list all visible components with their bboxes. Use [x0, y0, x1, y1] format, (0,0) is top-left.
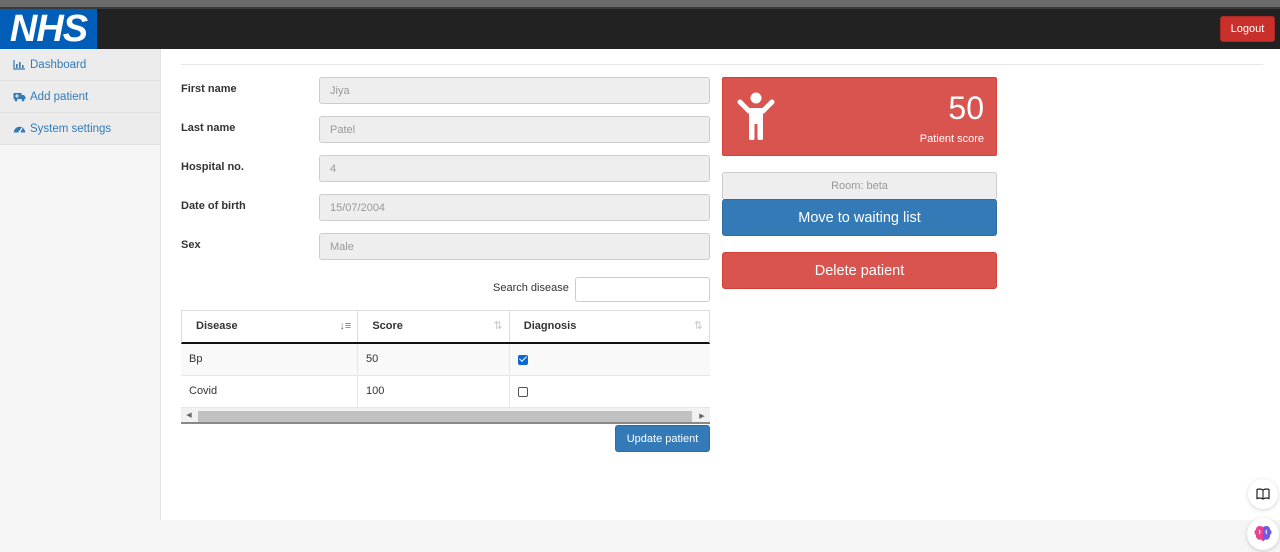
brain-assistant-icon[interactable] — [1247, 518, 1279, 550]
hospital-no-field[interactable] — [319, 155, 710, 182]
ambulance-icon — [13, 91, 26, 102]
disease-cell: Bp — [181, 344, 358, 375]
diagnosis-cell — [510, 376, 710, 407]
scroll-left-icon[interactable]: ◀ — [181, 407, 197, 423]
logout-button[interactable]: Logout — [1220, 16, 1275, 42]
score-cell: 50 — [358, 344, 510, 375]
sex-field[interactable] — [319, 233, 710, 260]
main-content: First name Last name Hospital no. Date o… — [161, 49, 1280, 520]
child-person-icon — [737, 92, 775, 145]
sidebar-item-label: System settings — [30, 122, 112, 135]
update-patient-button[interactable]: Update patient — [615, 425, 710, 452]
sort-ascending-icon: ↓≡ — [339, 320, 352, 332]
nhs-logo[interactable]: NHS — [0, 9, 97, 49]
column-header-label: Diagnosis — [523, 320, 577, 332]
sidebar-item-system-settings[interactable]: System settings — [0, 113, 160, 145]
score-cell: 100 — [358, 376, 510, 407]
diagnosis-cell — [510, 344, 710, 375]
last-name-field[interactable] — [319, 116, 710, 143]
first-name-field[interactable] — [319, 77, 710, 104]
sidebar-item-add-patient[interactable]: Add patient — [0, 81, 160, 113]
horizontal-scrollbar[interactable]: ◀ ▶ — [181, 408, 710, 424]
search-disease-input[interactable] — [575, 277, 710, 302]
first-name-label: First name — [181, 83, 237, 95]
logo-text: NHS — [9, 8, 88, 50]
sort-icon: ⇅ — [493, 320, 503, 332]
divider — [181, 64, 1263, 65]
disease-table: Disease ↓≡ Score ⇅ Diagnosis ⇅ Bp 50 Cov… — [181, 310, 710, 424]
search-disease-label: Search disease — [493, 282, 569, 294]
column-header-label: Disease — [196, 320, 238, 332]
column-header-disease[interactable]: Disease ↓≡ — [182, 311, 359, 342]
patient-score-value: 50 — [948, 90, 984, 126]
scroll-right-icon[interactable]: ▶ — [694, 408, 710, 424]
reader-book-icon[interactable] — [1248, 479, 1278, 509]
last-name-label: Last name — [181, 122, 236, 134]
patient-score-panel: 50 Patient score — [722, 77, 997, 156]
date-of-birth-label: Date of birth — [181, 200, 246, 212]
bar-chart-icon — [13, 59, 26, 70]
sidebar-item-label: Add patient — [30, 90, 89, 103]
dashboard-gauge-icon — [13, 123, 26, 134]
column-header-diagnosis[interactable]: Diagnosis ⇅ — [510, 311, 709, 342]
disease-cell: Covid — [181, 376, 358, 407]
window-top-strip — [0, 0, 1280, 9]
column-header-score[interactable]: Score ⇅ — [358, 311, 510, 342]
hospital-no-label: Hospital no. — [181, 161, 244, 173]
sidebar: Dashboard Add patient System settings — [0, 49, 161, 520]
move-to-waiting-list-button[interactable]: Move to waiting list — [722, 199, 997, 236]
sidebar-item-label: Dashboard — [30, 58, 87, 71]
date-of-birth-field[interactable] — [319, 194, 710, 221]
sidebar-item-dashboard[interactable]: Dashboard — [0, 49, 160, 81]
top-navbar — [0, 9, 1280, 49]
table-header: Disease ↓≡ Score ⇅ Diagnosis ⇅ — [181, 310, 710, 344]
room-field: Room: beta — [722, 172, 997, 200]
patient-score-label: Patient score — [919, 133, 984, 145]
delete-patient-button[interactable]: Delete patient — [722, 252, 997, 289]
diagnosis-checkbox[interactable] — [518, 354, 528, 365]
page-footer-area — [0, 520, 1280, 552]
scrollbar-thumb[interactable] — [198, 411, 692, 422]
column-header-label: Score — [372, 320, 403, 332]
diagnosis-checkbox[interactable] — [518, 386, 528, 397]
table-row: Covid 100 — [181, 376, 710, 408]
sex-label: Sex — [181, 239, 201, 251]
table-row: Bp 50 — [181, 344, 710, 376]
sort-icon: ⇅ — [693, 320, 703, 332]
